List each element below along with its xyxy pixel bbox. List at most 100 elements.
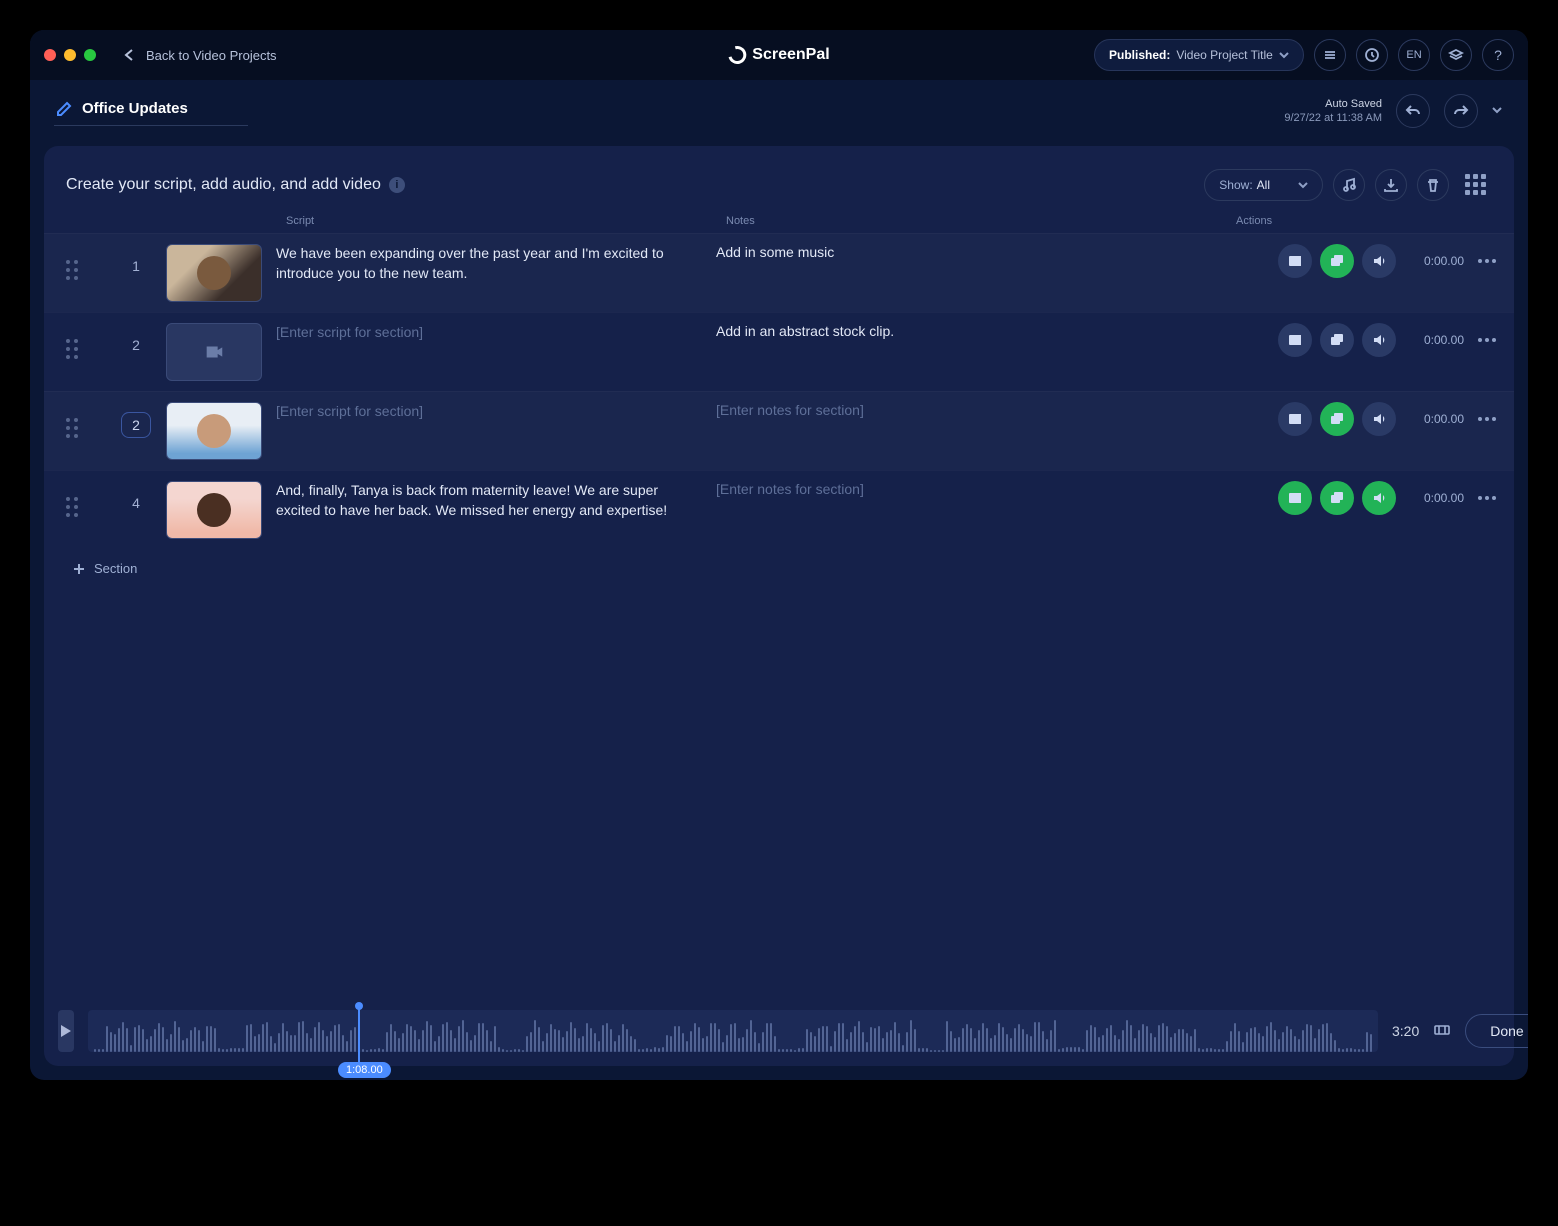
back-button[interactable]: Back to Video Projects — [116, 43, 283, 67]
section-thumbnail[interactable] — [166, 481, 262, 539]
drag-handle[interactable] — [66, 497, 106, 517]
action-panel-icon[interactable] — [1278, 244, 1312, 278]
add-section-button[interactable]: Section — [44, 549, 1514, 588]
section-more-button[interactable] — [1478, 338, 1496, 342]
section-script[interactable]: [Enter script for section] — [276, 323, 716, 343]
delete-button[interactable] — [1417, 169, 1449, 201]
play-icon — [58, 1023, 74, 1039]
brand-name: ScreenPal — [752, 46, 829, 64]
section-actions: 0:00.00 — [1216, 323, 1496, 357]
panel-header: Create your script, add audio, and add v… — [44, 146, 1514, 215]
playhead-time: 1:08.00 — [338, 1062, 391, 1078]
action-media-icon[interactable] — [1320, 481, 1354, 515]
section-more-button[interactable] — [1478, 417, 1496, 421]
action-panel-icon[interactable] — [1278, 402, 1312, 436]
section-time: 0:00.00 — [1408, 333, 1464, 347]
history-button[interactable] — [1356, 39, 1388, 71]
drag-handle[interactable] — [66, 418, 106, 438]
section-number: 1 — [106, 258, 166, 274]
question-icon: ? — [1494, 47, 1502, 63]
section-notes[interactable]: [Enter notes for section] — [716, 481, 1216, 497]
plus-icon — [72, 562, 86, 576]
close-window-button[interactable] — [44, 49, 56, 61]
drag-handle[interactable] — [66, 260, 106, 280]
list-button[interactable] — [1314, 39, 1346, 71]
help-button[interactable]: ? — [1482, 39, 1514, 71]
section-number[interactable]: 2 — [121, 412, 151, 438]
section-thumbnail[interactable] — [166, 402, 262, 460]
section-row: 4And, finally, Tanya is back from matern… — [44, 470, 1514, 549]
section-notes[interactable]: Add in an abstract stock clip. — [716, 323, 1216, 339]
arrow-left-icon — [122, 47, 138, 63]
list-icon — [1322, 47, 1338, 63]
app-window: Back to Video Projects ScreenPal Publish… — [30, 30, 1528, 1080]
section-time: 0:00.00 — [1408, 412, 1464, 426]
section-number: 2 — [106, 337, 166, 353]
done-label: Done — [1490, 1023, 1523, 1039]
section-thumbnail[interactable] — [166, 323, 262, 381]
action-media-icon[interactable] — [1320, 402, 1354, 436]
back-label: Back to Video Projects — [146, 48, 277, 63]
trash-icon — [1425, 177, 1441, 193]
timeline-icon — [1433, 1022, 1451, 1040]
section-script[interactable]: We have been expanding over the past yea… — [276, 244, 716, 283]
section-notes[interactable]: Add in some music — [716, 244, 1216, 260]
topbar: Back to Video Projects ScreenPal Publish… — [30, 30, 1528, 80]
script-panel: Create your script, add audio, and add v… — [44, 146, 1514, 1066]
col-actions: Actions — [1226, 215, 1516, 227]
grid-view-button[interactable] — [1459, 168, 1492, 201]
minimize-window-button[interactable] — [64, 49, 76, 61]
undo-button[interactable] — [1396, 94, 1430, 128]
import-button[interactable] — [1375, 169, 1407, 201]
redo-icon — [1453, 103, 1469, 119]
titlebar: Office Updates Auto Saved 9/27/22 at 11:… — [30, 80, 1528, 138]
timeline-options-button[interactable] — [1433, 1017, 1451, 1045]
section-more-button[interactable] — [1478, 496, 1496, 500]
section-time: 0:00.00 — [1408, 254, 1464, 268]
titlebar-right: Auto Saved 9/27/22 at 11:38 AM — [1284, 94, 1504, 128]
language-button[interactable]: EN — [1398, 39, 1430, 71]
action-media-icon[interactable] — [1320, 323, 1354, 357]
publish-status: Published: — [1109, 48, 1170, 62]
brand-logo: ScreenPal — [728, 46, 829, 64]
section-thumbnail[interactable] — [166, 244, 262, 302]
autosave-time: 9/27/22 at 11:38 AM — [1284, 111, 1382, 125]
action-volume-icon[interactable] — [1362, 402, 1396, 436]
play-button[interactable] — [58, 1010, 74, 1052]
action-volume-icon[interactable] — [1362, 481, 1396, 515]
section-script[interactable]: [Enter script for section] — [276, 402, 716, 422]
action-volume-icon[interactable] — [1362, 323, 1396, 357]
section-notes[interactable]: [Enter notes for section] — [716, 402, 1216, 418]
section-script[interactable]: And, finally, Tanya is back from materni… — [276, 481, 716, 520]
history-icon — [1364, 47, 1380, 63]
section-time: 0:00.00 — [1408, 491, 1464, 505]
section-more-button[interactable] — [1478, 259, 1496, 263]
layers-button[interactable] — [1440, 39, 1472, 71]
section-row: 2 [Enter script for section]Add in an abs… — [44, 312, 1514, 391]
section-actions: 0:00.00 — [1216, 481, 1496, 515]
action-volume-icon[interactable] — [1362, 244, 1396, 278]
action-panel-icon[interactable] — [1278, 481, 1312, 515]
maximize-window-button[interactable] — [84, 49, 96, 61]
project-title[interactable]: Office Updates — [54, 96, 248, 126]
music-button[interactable] — [1333, 169, 1365, 201]
timeline: 1:08.00 3:20 Done — [58, 1010, 1500, 1052]
publish-dropdown[interactable]: Published: Video Project Title — [1094, 39, 1304, 71]
done-button[interactable]: Done — [1465, 1014, 1528, 1048]
topbar-right: Published: Video Project Title EN ? — [1094, 39, 1514, 71]
action-panel-icon[interactable] — [1278, 323, 1312, 357]
more-menu-toggle[interactable] — [1492, 105, 1504, 117]
drag-handle[interactable] — [66, 339, 106, 359]
column-headers: Script Notes Actions — [44, 215, 1514, 233]
duration: 3:20 — [1392, 1023, 1419, 1039]
info-icon[interactable]: i — [389, 177, 405, 193]
panel-toolbar: Show: All — [1204, 168, 1492, 201]
waveform[interactable]: 1:08.00 — [88, 1010, 1378, 1052]
project-title-text: Office Updates — [82, 100, 188, 117]
show-filter[interactable]: Show: All — [1204, 169, 1323, 201]
action-media-icon[interactable] — [1320, 244, 1354, 278]
playhead[interactable] — [358, 1006, 360, 1062]
redo-button[interactable] — [1444, 94, 1478, 128]
brand-mark-icon — [725, 43, 750, 68]
chevron-down-icon — [1279, 50, 1289, 60]
